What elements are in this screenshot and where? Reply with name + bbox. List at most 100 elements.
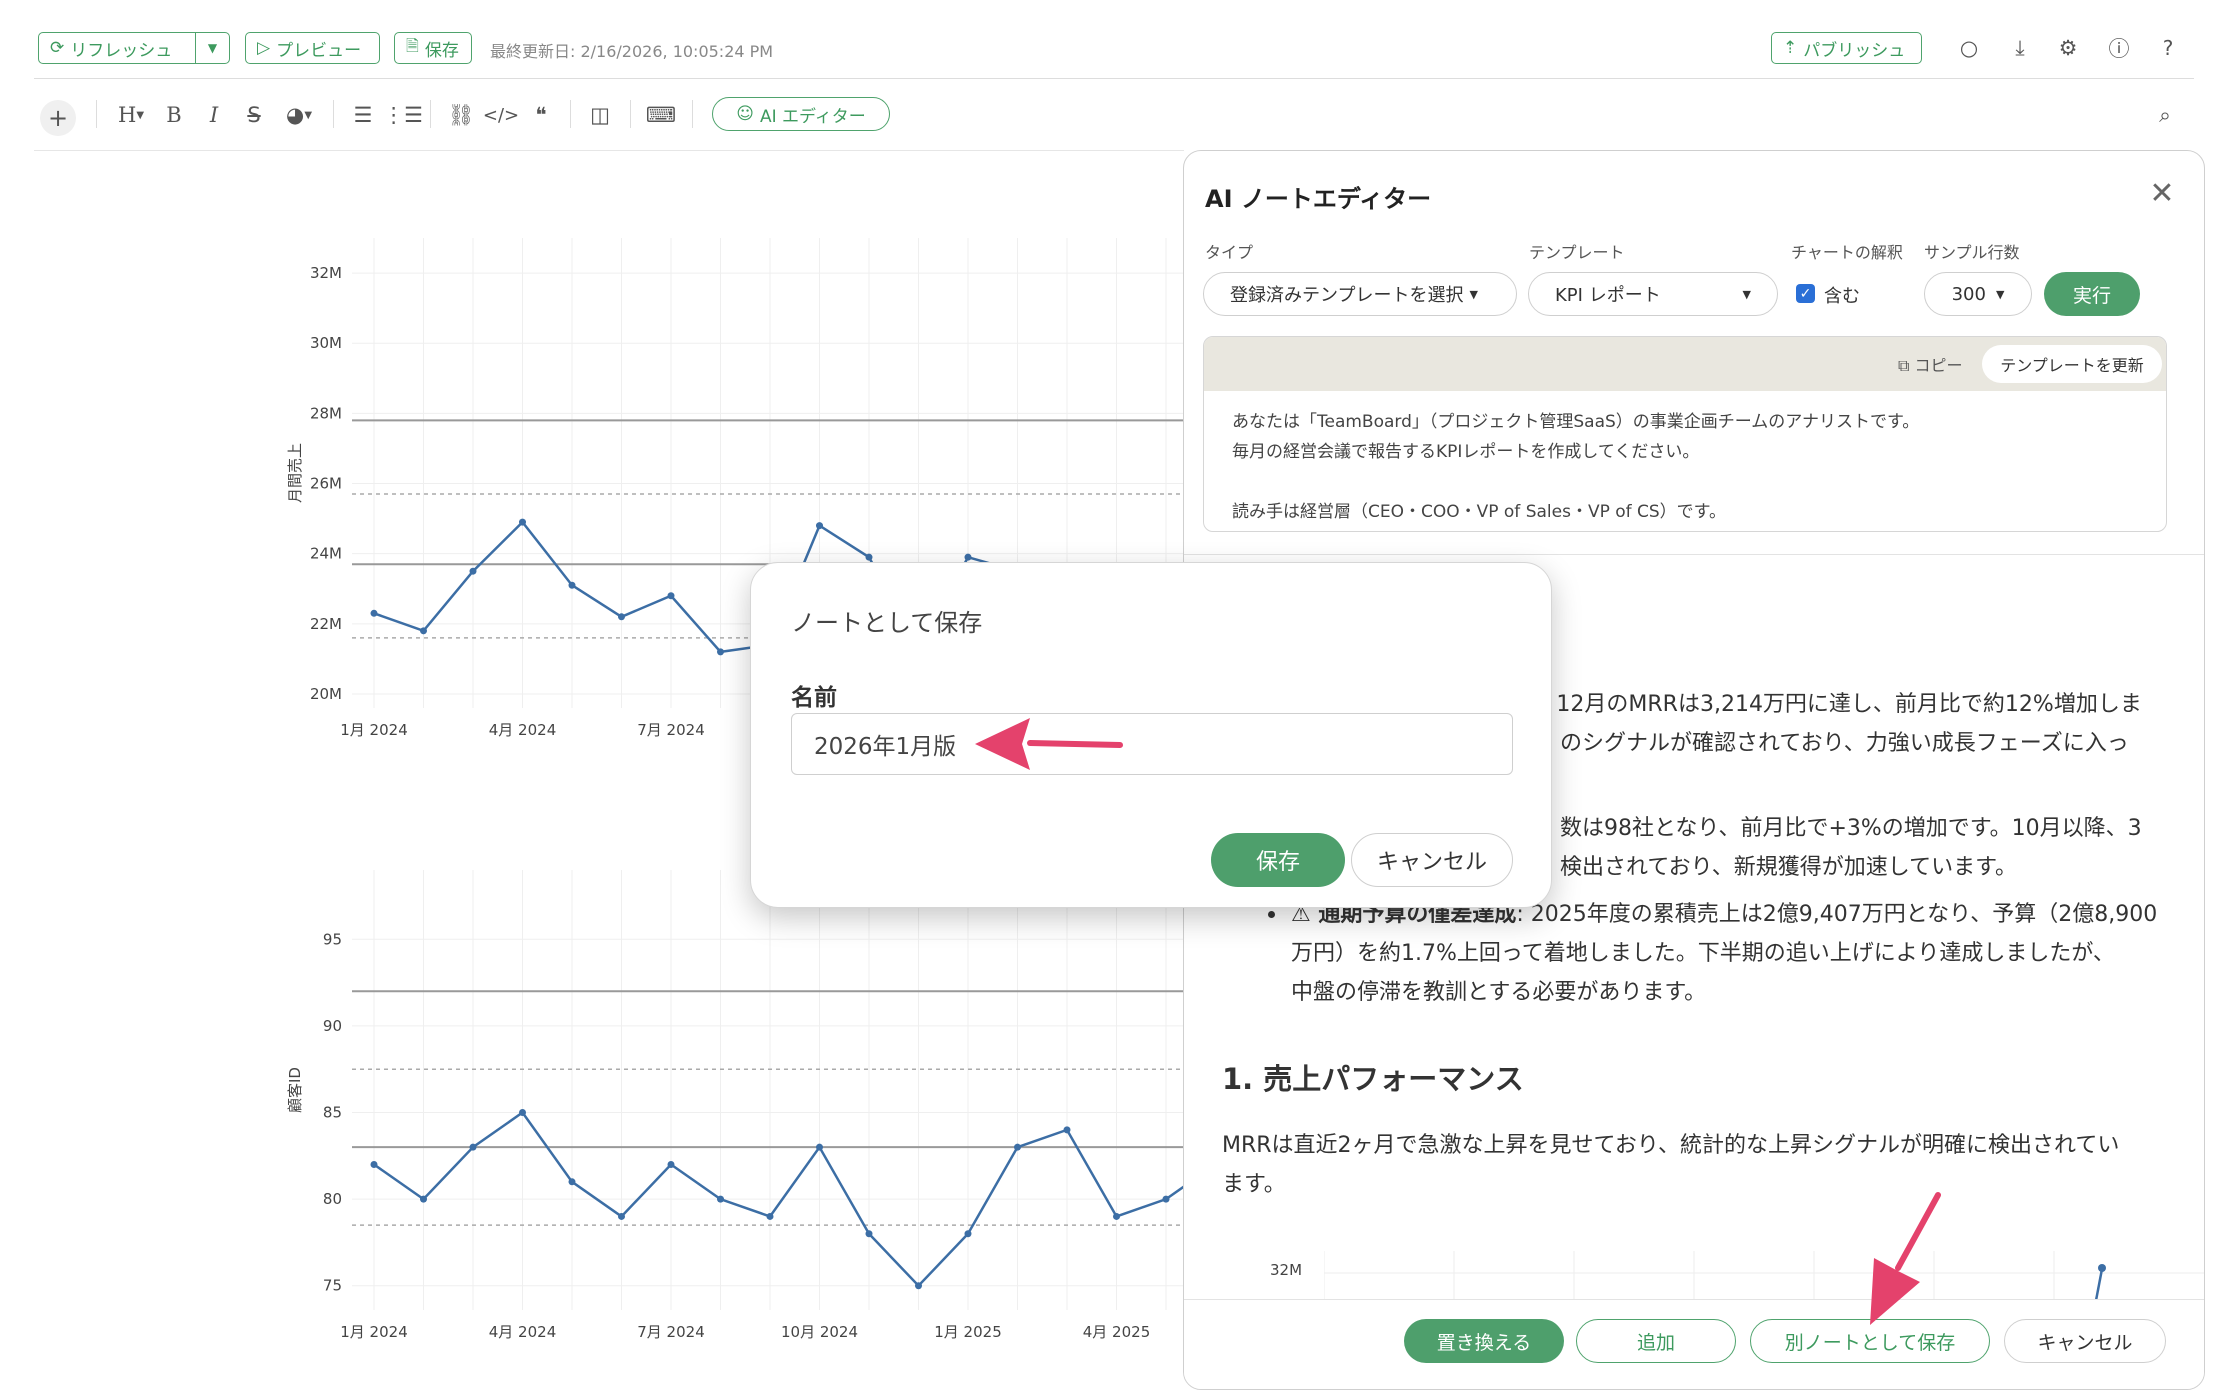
y-axis-label: 顧客ID	[286, 1067, 304, 1113]
columns-icon[interactable]: ◫	[584, 100, 616, 130]
caret-down-icon: ▼	[136, 109, 145, 121]
refresh-dropdown-button[interactable]: ▼	[195, 32, 230, 64]
x-tick-label: 7月 2024	[637, 1323, 705, 1341]
section-text-line-1: MRRは直近2ヶ月で急激な上昇を見せており、統計的な上昇シグナルが明確に検出され…	[1222, 1133, 2120, 1158]
refresh-button[interactable]: ⟳ リフレッシュ	[38, 32, 196, 64]
toolbar-bottom-divider	[34, 150, 1184, 151]
y-tick-label: 80	[323, 1190, 342, 1208]
panel-divider	[1184, 554, 2204, 555]
palette-icon[interactable]: ◕ ▼	[280, 100, 318, 130]
bullet-dot	[1268, 911, 1275, 918]
refresh-icon: ⟳	[50, 38, 65, 58]
replace-button[interactable]: 置き換える	[1404, 1319, 1564, 1363]
gear-icon[interactable]: ⚙	[2054, 34, 2082, 62]
save-label: 保存	[424, 40, 459, 61]
data-point	[1162, 1195, 1170, 1203]
copy-label: コピー	[1914, 356, 1963, 375]
caret-down-icon: ▼	[1995, 287, 2005, 301]
x-tick-label: 4月 2025	[1083, 1323, 1151, 1341]
interpret-label: チャートの解釈	[1791, 243, 1903, 262]
mini-chart-tick: 32M	[1270, 1261, 1303, 1279]
y-axis-label: 月間売上	[286, 443, 304, 503]
help-icon[interactable]: ?	[2154, 34, 2182, 62]
add-block-button[interactable]: +	[40, 100, 76, 136]
robot-icon: ☺	[736, 104, 754, 124]
code-icon[interactable]: </>	[483, 100, 519, 130]
template-label: テンプレート	[1529, 243, 1625, 262]
add-button[interactable]: 追加	[1576, 1319, 1736, 1363]
x-tick-label: 1月 2024	[340, 1323, 408, 1341]
strikethrough-icon[interactable]: S	[240, 100, 268, 130]
y-tick-label: 90	[323, 1017, 342, 1035]
comment-icon[interactable]: ○	[1955, 34, 1983, 62]
data-point	[420, 627, 427, 635]
save-note-dialog: ノートとして保存 名前 2026年1月版 保存 キャンセル	[750, 562, 1552, 908]
caret-down-icon: ▼	[1742, 287, 1751, 301]
data-point	[964, 1230, 972, 1238]
prompt-line: あなたは「TeamBoard」（プロジェクト管理SaaS）の事業企画チームのアナ…	[1232, 412, 1920, 432]
x-tick-label: 1月 2024	[340, 721, 408, 739]
preview-button[interactable]: ▷ プレビュー	[245, 32, 380, 64]
series-line	[373, 1110, 1190, 1288]
prompt-text[interactable]: あなたは「TeamBoard」（プロジェクト管理SaaS）の事業企画チームのアナ…	[1232, 407, 1919, 527]
save-button[interactable]: 🗎 保存	[394, 32, 472, 64]
heading-button[interactable]: H ▼	[112, 100, 150, 130]
ai-editor-label: AI エディター	[759, 106, 866, 127]
y-tick-label: 30M	[310, 334, 342, 352]
data-point	[766, 1212, 774, 1220]
data-point	[568, 581, 576, 589]
numbered-list-icon[interactable]: ⋮☰	[383, 100, 423, 130]
play-icon: ▷	[257, 38, 271, 58]
section-heading: 1. 売上パフォーマンス	[1222, 1062, 1524, 1096]
data-point	[370, 609, 378, 617]
name-label: 名前	[791, 685, 837, 711]
update-template-button[interactable]: テンプレートを更新	[1982, 345, 2162, 383]
search-icon[interactable]: ⌕	[2150, 100, 2180, 130]
x-tick-label: 4月 2024	[489, 1323, 557, 1341]
x-tick-label: 7月 2024	[637, 721, 705, 739]
info-icon[interactable]: ⓘ	[2105, 34, 2133, 62]
dialog-save-button[interactable]: 保存	[1211, 833, 1345, 887]
name-input[interactable]: 2026年1月版	[791, 713, 1513, 775]
save-as-new-note-button[interactable]: 別ノートとして保存	[1750, 1319, 1990, 1363]
publish-button[interactable]: ⇡ パブリッシュ	[1771, 32, 1922, 64]
prompt-line: 読み手は経営層（CEO・COO・VP of Sales・VP of CS）です。	[1232, 502, 1726, 522]
save-icon: 🗎	[406, 35, 419, 55]
y-tick-label: 85	[323, 1104, 342, 1122]
sample-select[interactable]: 300 ▼	[1924, 272, 2032, 316]
preview-label: プレビュー	[276, 40, 362, 61]
bullet-list-icon[interactable]: ☰	[348, 100, 378, 130]
prompt-line: 毎月の経営会議で報告するKPIレポートを作成してください。	[1232, 442, 1700, 462]
dialog-cancel-button[interactable]: キャンセル	[1351, 833, 1513, 887]
quote-icon[interactable]: ❝	[526, 100, 556, 130]
data-point	[618, 1212, 625, 1220]
panel-title: AI ノートエディター	[1205, 185, 1432, 213]
run-button[interactable]: 実行	[2044, 272, 2140, 316]
italic-icon[interactable]: I	[200, 100, 228, 130]
download-icon[interactable]: ⤓	[2006, 34, 2034, 62]
heading-glyph: H	[117, 103, 137, 127]
type-value: 登録済みテンプレートを選択	[1230, 285, 1464, 306]
y-tick-label: 32M	[310, 264, 342, 282]
bold-icon[interactable]: B	[160, 100, 188, 130]
panel-cancel-button[interactable]: キャンセル	[2004, 1319, 2166, 1363]
copy-button[interactable]: ⧉ コピー	[1898, 352, 1963, 376]
data-point	[1014, 1143, 1021, 1151]
prompt-box: ⧉ コピー テンプレートを更新 あなたは「TeamBoard」（プロジェクト管理…	[1203, 336, 2167, 532]
data-point	[865, 1230, 873, 1238]
y-tick-label: 26M	[310, 475, 342, 493]
data-point	[618, 613, 625, 621]
dialog-title: ノートとして保存	[791, 609, 983, 637]
chart-customers: 75 80 85 90 95 1月 2024 4月 2024 7月 2024 10月 2024 1…	[286, 870, 1190, 1341]
bullet-3-line-3: 中盤の停滞を教訓とする必要があります。	[1291, 980, 1707, 1005]
link-icon[interactable]: ⛓	[446, 100, 476, 130]
data-point	[865, 553, 873, 561]
interpret-checkbox[interactable]: ✓	[1796, 284, 1815, 303]
close-icon[interactable]: ✕	[2144, 175, 2180, 211]
x-tick-label: 10月 2024	[781, 1323, 858, 1341]
keyboard-icon[interactable]: ⌨	[644, 100, 678, 130]
ai-editor-button[interactable]: ☺ AI エディター	[712, 97, 890, 131]
type-select[interactable]: 登録済みテンプレートを選択 ▼	[1203, 272, 1517, 316]
template-select[interactable]: KPI レポート ▼	[1528, 272, 1778, 316]
x-tick-label: 1月 2025	[934, 1323, 1002, 1341]
